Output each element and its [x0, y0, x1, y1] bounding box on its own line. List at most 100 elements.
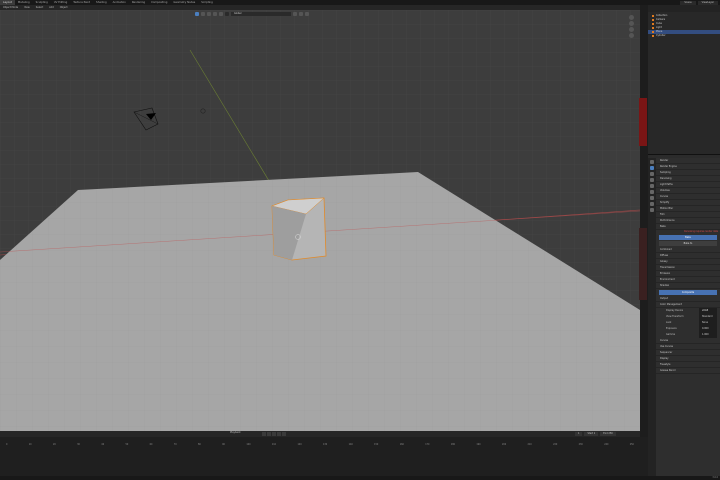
ruler-tick-label: 130 [323, 443, 328, 446]
ruler-tick-label: 140 [348, 443, 353, 446]
ortho-toggle-icon[interactable] [628, 33, 634, 38]
view-layer-tab-icon[interactable] [650, 178, 654, 182]
camera-view-icon[interactable] [628, 27, 634, 32]
ruler-tick-label: 20 [52, 443, 56, 446]
object-icon [652, 22, 654, 25]
object-icon [652, 26, 654, 29]
scene-selector[interactable]: Scene [680, 0, 696, 5]
version-label: 3.6.0 [712, 476, 718, 479]
ruler-tick-label: 0 [6, 443, 8, 446]
ruler-tick-label: 190 [476, 443, 481, 446]
rotate-icon[interactable] [213, 12, 217, 16]
ruler-tick-label: 110 [271, 443, 277, 446]
ruler-tick-label: 230 [578, 443, 583, 446]
ruler-tick-label: 80 [197, 443, 201, 446]
orientation-dropdown[interactable]: Global [231, 12, 291, 16]
world-tab-icon[interactable] [650, 190, 654, 194]
object-icon [652, 14, 654, 17]
ruler-tick-label: 150 [374, 443, 379, 446]
end-frame[interactable]: End 250 [600, 432, 616, 436]
transform-icon[interactable] [201, 12, 205, 16]
viewlayer-selector[interactable]: ViewLayer [697, 0, 718, 5]
ruler-tick-label: 70 [173, 443, 177, 446]
overlay-strip [639, 98, 647, 146]
outliner-row-label: Plane [656, 30, 663, 33]
select-icon[interactable] [195, 12, 199, 16]
ruler-tick-label: 30 [77, 443, 80, 446]
menu-object[interactable]: Object [57, 6, 71, 9]
outliner: Collection Camera Cube Light Plane Cylinder [648, 5, 720, 155]
start-frame[interactable]: Start 1 [584, 432, 599, 436]
output-tab-icon[interactable] [650, 172, 654, 176]
outliner-row-label: Cube [656, 22, 662, 25]
ruler-tick-label: 90 [222, 443, 225, 446]
ruler-tick-label: 220 [553, 443, 558, 446]
outliner-header [648, 5, 720, 12]
outliner-row[interactable]: Cylinder [648, 34, 720, 38]
step-forward-icon[interactable] [277, 432, 281, 436]
jump-start-icon[interactable] [262, 432, 266, 436]
scene-tab-icon[interactable] [650, 184, 654, 188]
menu-view[interactable]: View [21, 6, 33, 9]
gamma-field[interactable]: 1.000 [699, 332, 717, 338]
composite-button[interactable]: Composite [659, 290, 717, 295]
navigation-gizmo[interactable] [625, 14, 637, 54]
ruler-tick-label: 10 [28, 443, 32, 446]
pass-row[interactable]: Shadow [656, 283, 720, 289]
ruler-tick-label: 50 [125, 443, 129, 446]
play-icon[interactable] [272, 432, 276, 436]
properties-editor: Render Render Engine Sampling Denoising Li… [656, 158, 720, 476]
ruler-tick-label: 120 [297, 443, 302, 446]
step-back-icon[interactable] [267, 432, 271, 436]
snap-icon[interactable] [293, 12, 297, 16]
ruler-tick-label: 240 [604, 443, 609, 446]
warning-text: Denoising requires render data [683, 230, 718, 233]
playback-label[interactable]: Playback [230, 431, 241, 434]
ruler-tick-label: 180 [450, 443, 456, 446]
move-icon[interactable] [207, 12, 211, 16]
orientation-icon[interactable] [225, 12, 229, 16]
object-tab-icon[interactable] [650, 196, 654, 200]
proportional-icon[interactable] [299, 12, 303, 16]
pan-icon[interactable] [628, 21, 634, 26]
object-icon [652, 18, 654, 21]
properties-tabs [648, 158, 656, 476]
menu-add[interactable]: Add [46, 6, 57, 9]
bake-button[interactable]: Bake [659, 235, 717, 240]
bake-to-button[interactable]: Bake to [659, 241, 717, 246]
menu-select[interactable]: Select [33, 6, 46, 9]
zoom-icon[interactable] [628, 15, 634, 20]
ruler-tick-label: 100 [246, 443, 251, 446]
filter-icon[interactable] [305, 12, 309, 16]
ruler-tick-label: 250 [629, 443, 634, 446]
modifier-tab-icon[interactable] [650, 202, 654, 206]
outliner-row-label: Camera [656, 18, 666, 21]
playback-controls [262, 432, 286, 436]
timeline-ruler: 0 10 20 30 40 50 60 70 80 90 100 110 120 130 140 150 160… [0, 443, 640, 447]
outliner-row-label: Light [656, 26, 662, 29]
mode-selector[interactable]: Object Mode [0, 6, 21, 9]
object-icon [652, 34, 654, 37]
outliner-row-label: Collection [656, 14, 668, 17]
tool-tab-icon[interactable] [650, 160, 654, 164]
outliner-row-label: Cylinder [656, 34, 666, 37]
scale-icon[interactable] [219, 12, 223, 16]
current-frame[interactable]: 1 [575, 432, 583, 436]
viewport-scene [0, 10, 640, 431]
overlay-strip-lower [639, 228, 647, 300]
render-tab-icon[interactable] [650, 166, 654, 170]
ruler-tick-label: 210 [527, 443, 532, 446]
ruler-tick-label: 200 [501, 443, 507, 446]
viewport-toolbar: Global [195, 11, 309, 17]
ruler-tick-label: 40 [101, 443, 105, 446]
material-tab-icon[interactable] [650, 208, 654, 212]
ruler-tick-label: 160 [399, 443, 404, 446]
object-icon [652, 30, 654, 33]
panel-section-header[interactable]: Grease Pencil [656, 368, 720, 374]
frame-range: 1 Start 1 End 250 [575, 432, 616, 436]
ruler-tick-label: 170 [425, 443, 430, 446]
3d-viewport[interactable] [0, 10, 640, 431]
jump-end-icon[interactable] [282, 432, 286, 436]
status-bar: 3.6.0 [0, 476, 720, 480]
ruler-tick-label: 60 [149, 443, 153, 446]
